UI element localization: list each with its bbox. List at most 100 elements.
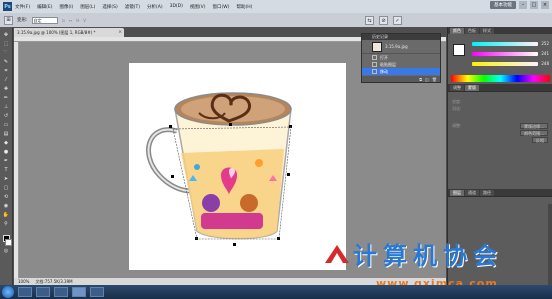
taskbar-item[interactable] bbox=[18, 287, 32, 297]
color-spectrum-bar[interactable] bbox=[451, 75, 550, 82]
cancel-transform-icon[interactable]: ⊘ bbox=[379, 16, 388, 25]
healing-brush-icon[interactable]: ✚ bbox=[2, 85, 11, 93]
window-controls: 基本功能 – □ × bbox=[490, 1, 549, 9]
adjust-panel-tabs: 调整 蒙版 bbox=[448, 84, 552, 91]
warp-mode-label: 变形: bbox=[17, 18, 28, 23]
quick-mask-icon[interactable]: ◎ bbox=[2, 247, 11, 255]
move-tool-icon[interactable]: ✥ bbox=[2, 31, 11, 39]
zoom-level[interactable]: 100% bbox=[18, 279, 29, 284]
red-slider[interactable] bbox=[472, 42, 538, 46]
menu-bar: Ps 文件(F) 编辑(E) 图像(I) 图层(L) 选择(S) 滤镜(T) 分… bbox=[0, 0, 552, 13]
3d-camera-icon[interactable]: ◉ bbox=[2, 202, 11, 210]
watermark: 计算机协会 bbox=[323, 236, 503, 271]
warp-bend-disabled-icon: ↔ bbox=[68, 17, 73, 23]
document-close-icon[interactable]: × bbox=[118, 28, 122, 37]
zoom-tool-icon[interactable]: ⚲ bbox=[2, 220, 11, 228]
delete-state-icon[interactable]: 🗑 bbox=[432, 77, 437, 82]
hand-tool-icon[interactable]: ✋ bbox=[2, 211, 11, 219]
blue-slider[interactable] bbox=[472, 62, 538, 66]
eraser-tool-icon[interactable]: ▭ bbox=[2, 121, 11, 129]
history-footer: ⧉ ◫ 🗑 bbox=[362, 76, 440, 82]
close-icon[interactable]: × bbox=[541, 1, 549, 9]
menu-image[interactable]: 图像(I) bbox=[59, 4, 73, 10]
red-value[interactable]: 252 bbox=[541, 41, 549, 46]
green-value[interactable]: 241 bbox=[541, 51, 549, 56]
cup-illustration[interactable] bbox=[129, 63, 346, 270]
taskbar-item-photoshop[interactable] bbox=[72, 287, 86, 297]
menu-edit[interactable]: 编辑(E) bbox=[37, 4, 52, 10]
toggle-warp-icon[interactable]: ⇆ bbox=[365, 16, 374, 25]
masks-refine-row: 调整: 蒙版边缘... bbox=[448, 122, 552, 129]
marquee-tool-icon[interactable]: ⬚ bbox=[2, 40, 11, 48]
new-document-from-state-icon[interactable]: ⧉ bbox=[419, 77, 422, 82]
history-step-icon bbox=[372, 69, 377, 74]
clone-stamp-icon[interactable]: ⊥ bbox=[2, 103, 11, 111]
history-row-label: 粘贴图层 bbox=[380, 61, 396, 67]
quick-select-tool-icon[interactable]: ✎ bbox=[2, 58, 11, 66]
document-tab[interactable]: 3.15.9a.jpg @ 100% (图层 1, RGB/8#) * × bbox=[14, 28, 124, 37]
menu-help[interactable]: 帮助(H) bbox=[236, 4, 252, 10]
eyedropper-tool-icon[interactable]: ⁄ bbox=[2, 76, 11, 84]
masks-panel: 浓度: 羽化: 调整: 蒙版边缘... 颜色范围... 反相 bbox=[448, 91, 552, 189]
history-row-label: 移动 bbox=[380, 68, 388, 74]
color-range-button[interactable]: 颜色范围... bbox=[520, 129, 548, 136]
history-panel: 历史记录 3.15.9a.jpg 打开 粘贴图层 移动 ⧉ ◫ 🗑 bbox=[361, 33, 441, 83]
density-label: 浓度: bbox=[452, 98, 462, 104]
pen-tool-icon[interactable]: ✒ bbox=[2, 157, 11, 165]
history-snapshot[interactable]: 3.15.9a.jpg bbox=[362, 40, 440, 54]
menu-analysis[interactable]: 分析(A) bbox=[147, 4, 163, 10]
mask-edge-button[interactable]: 蒙版边缘... bbox=[520, 122, 548, 129]
new-snapshot-icon[interactable]: ◫ bbox=[425, 77, 429, 82]
commit-transform-icon[interactable]: ✓ bbox=[393, 16, 402, 25]
history-row-open[interactable]: 打开 bbox=[362, 54, 440, 61]
blur-tool-icon[interactable]: ◆ bbox=[2, 139, 11, 147]
menu-file[interactable]: 文件(F) bbox=[15, 4, 30, 10]
crop-tool-icon[interactable]: ⌗ bbox=[2, 67, 11, 75]
gradient-tool-icon[interactable]: ▤ bbox=[2, 130, 11, 138]
lasso-tool-icon[interactable]: ➰ bbox=[2, 49, 11, 57]
menu-window[interactable]: 窗口(W) bbox=[212, 4, 229, 10]
tool-preset-icon[interactable]: ⊞ bbox=[4, 15, 13, 25]
history-row-label: 打开 bbox=[380, 54, 388, 60]
menu-view[interactable]: 视图(V) bbox=[190, 4, 206, 10]
refine-label: 调整: bbox=[452, 122, 462, 128]
background-color-swatch[interactable] bbox=[4, 239, 12, 246]
taskbar-item[interactable] bbox=[54, 287, 68, 297]
feather-label: 羽化: bbox=[452, 105, 462, 111]
3d-rotate-icon[interactable]: ⟲ bbox=[2, 193, 11, 201]
warp-h-disabled-icon: H bbox=[76, 17, 80, 23]
layers-panel-tabs: 图层 通道 路径 bbox=[448, 189, 552, 196]
history-row-paste-layer[interactable]: 粘贴图层 bbox=[362, 61, 440, 68]
invert-button[interactable]: 反相 bbox=[532, 136, 548, 143]
essentials-workspace-button[interactable]: 基本功能 bbox=[490, 1, 516, 9]
menu-3d[interactable]: 3D(D) bbox=[170, 4, 183, 9]
green-slider[interactable] bbox=[472, 52, 538, 56]
brush-tool-icon[interactable]: ✏ bbox=[2, 94, 11, 102]
minimize-icon[interactable]: – bbox=[519, 1, 527, 9]
masks-feather-row: 羽化: bbox=[448, 105, 552, 112]
color-panel-foreground-swatch[interactable] bbox=[453, 44, 465, 56]
type-tool-icon[interactable]: T bbox=[2, 166, 11, 174]
taskbar-item[interactable] bbox=[36, 287, 50, 297]
history-row-move[interactable]: 移动 bbox=[362, 68, 440, 75]
masks-density-row: 浓度: bbox=[448, 98, 552, 105]
history-brush-icon[interactable]: ↺ bbox=[2, 112, 11, 120]
dodge-tool-icon[interactable]: ● bbox=[2, 148, 11, 156]
warp-mode-select[interactable]: 自定 bbox=[31, 16, 58, 24]
masks-color-range-row: 颜色范围... bbox=[448, 129, 552, 136]
taskbar-item[interactable] bbox=[90, 287, 104, 297]
start-button[interactable] bbox=[2, 286, 14, 298]
color-panel-tabs: 颜色 色板 样式 bbox=[448, 27, 552, 34]
warp-option-disabled-icon: ⊡ bbox=[61, 17, 65, 23]
history-step-icon bbox=[372, 62, 377, 67]
menu-layer[interactable]: 图层(L) bbox=[80, 4, 95, 10]
path-select-icon[interactable]: ➤ bbox=[2, 175, 11, 183]
menu-select[interactable]: 选择(S) bbox=[102, 4, 117, 10]
blue-value[interactable]: 248 bbox=[541, 61, 549, 66]
maximize-icon[interactable]: □ bbox=[530, 1, 538, 9]
menu-filter[interactable]: 滤镜(T) bbox=[125, 4, 140, 10]
layers-scrollbar[interactable] bbox=[548, 204, 552, 294]
document-canvas[interactable] bbox=[129, 63, 346, 270]
watermark-logo-icon bbox=[325, 244, 349, 263]
shape-tool-icon[interactable]: ▢ bbox=[2, 184, 11, 192]
